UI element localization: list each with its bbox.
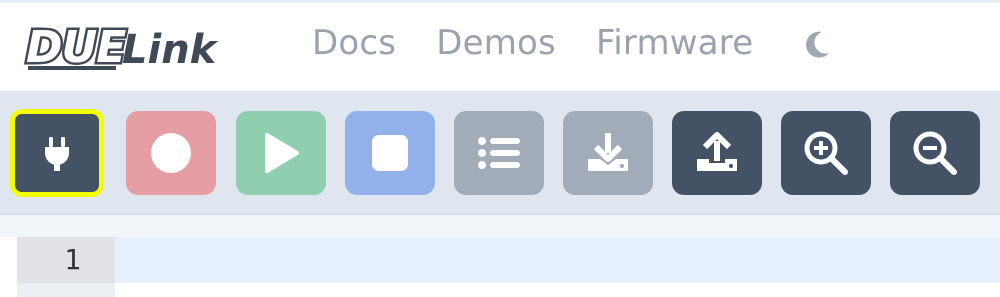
line-gutter: 1 xyxy=(17,237,115,297)
square-stop-icon xyxy=(370,133,410,173)
upload-icon xyxy=(693,131,741,175)
moon-icon[interactable] xyxy=(800,27,834,61)
duelink-logo[interactable]: DUE Link xyxy=(24,20,244,76)
list-button[interactable] xyxy=(454,111,544,195)
editor-padding xyxy=(0,215,1000,237)
stop-button[interactable] xyxy=(345,111,435,195)
plug-icon xyxy=(37,133,77,173)
circle-icon xyxy=(149,131,193,175)
play-icon xyxy=(261,131,301,175)
line-number: 1 xyxy=(64,243,81,276)
zoom-out-button[interactable] xyxy=(890,111,980,195)
play-button[interactable] xyxy=(236,111,326,195)
gutter-active-line: 1 xyxy=(17,237,115,283)
code-editor[interactable]: 1 xyxy=(0,237,1000,297)
list-icon xyxy=(476,133,522,173)
toolbar xyxy=(0,91,1000,215)
download-button[interactable] xyxy=(563,111,653,195)
main-nav: Docs Demos Firmware xyxy=(312,19,753,67)
active-code-line[interactable] xyxy=(115,237,1000,283)
nav-firmware[interactable]: Firmware xyxy=(596,23,753,63)
site-header: DUE Link Docs Demos Firmware xyxy=(0,3,1000,91)
zoom-in-button[interactable] xyxy=(781,111,871,195)
svg-text:DUE: DUE xyxy=(26,22,126,73)
connect-button[interactable] xyxy=(10,109,104,197)
svg-text:Link: Link xyxy=(122,27,219,73)
zoom-in-icon xyxy=(803,130,849,176)
zoom-out-icon xyxy=(912,130,958,176)
nav-demos[interactable]: Demos xyxy=(436,23,556,63)
download-icon xyxy=(584,131,632,175)
nav-docs[interactable]: Docs xyxy=(312,23,396,63)
upload-button[interactable] xyxy=(672,111,762,195)
record-button[interactable] xyxy=(126,111,216,195)
